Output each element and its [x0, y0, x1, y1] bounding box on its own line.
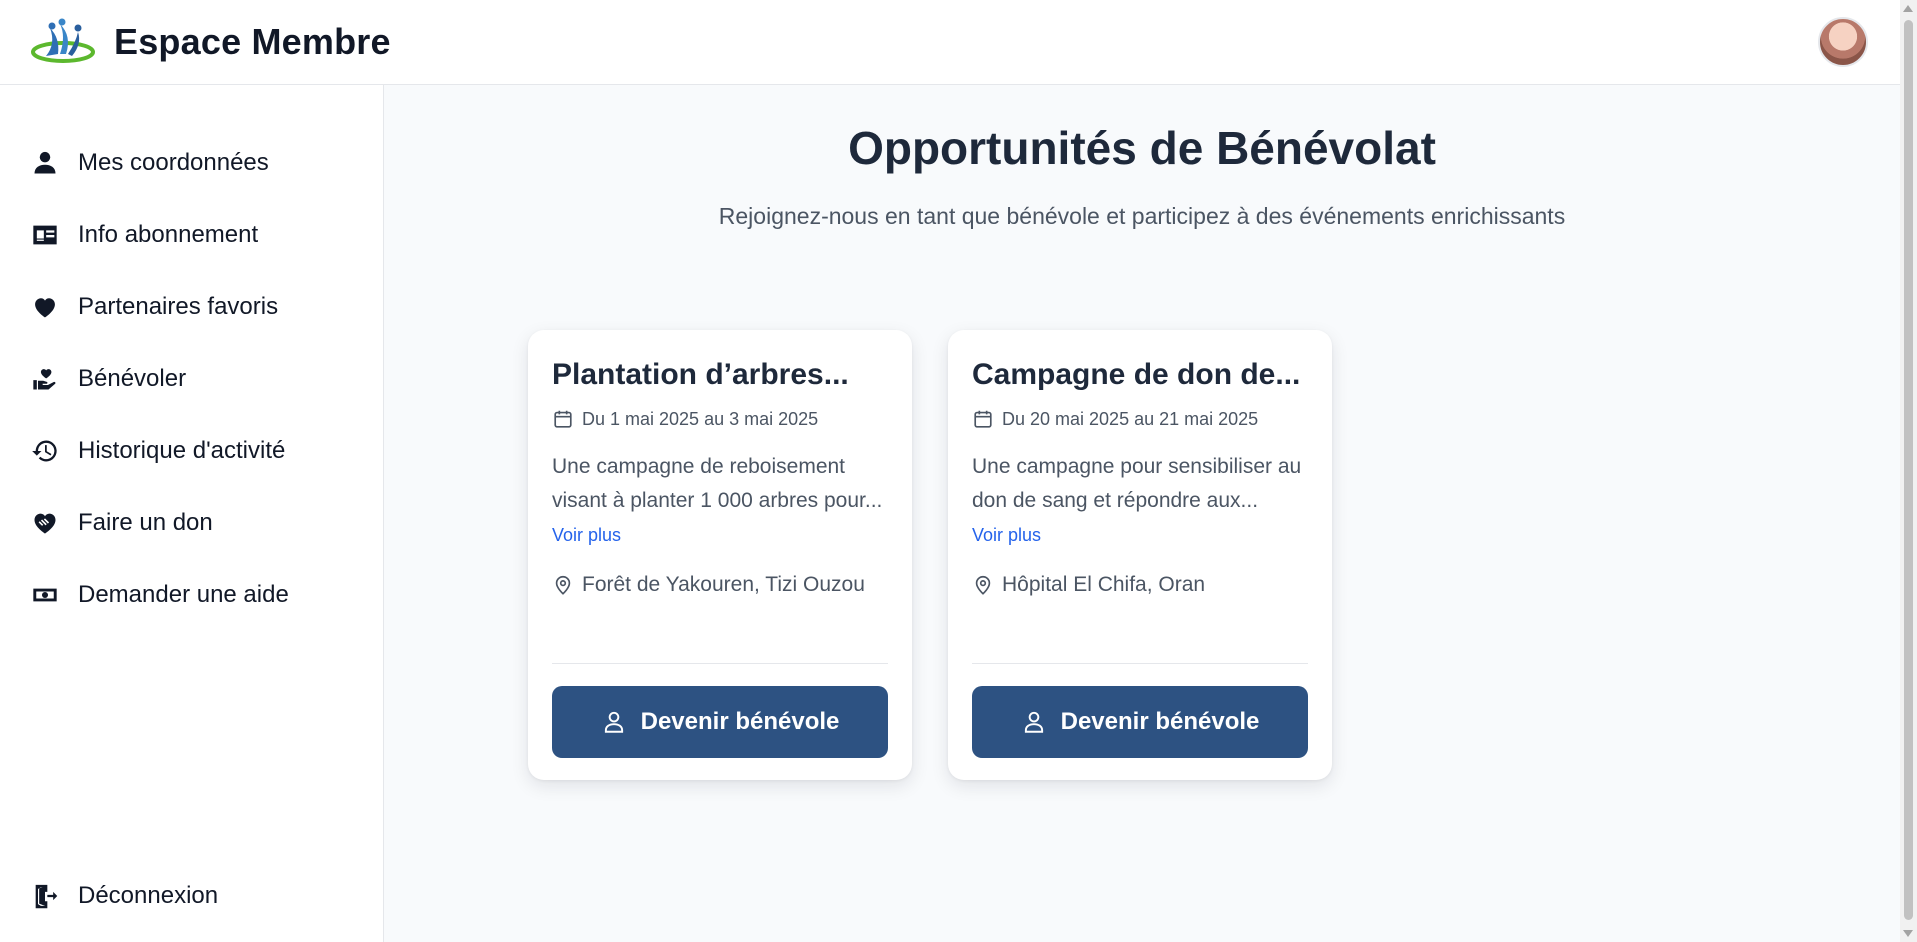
- sidebar-item-mes-coordonnees[interactable]: Mes coordonnées: [0, 127, 383, 199]
- sidebar-item-label: Partenaires favoris: [78, 293, 279, 320]
- card-location-text: Hôpital El Chifa, Oran: [1002, 573, 1206, 596]
- scroll-thumb[interactable]: [1904, 20, 1913, 920]
- sidebar-item-historique[interactable]: Historique d'activité: [0, 415, 383, 487]
- sidebar-item-info-abonnement[interactable]: Info abonnement: [0, 199, 383, 271]
- card-title: Plantation d’arbres...: [552, 358, 849, 391]
- logout-icon: [30, 881, 60, 911]
- members-logo-icon: [31, 18, 95, 63]
- brand[interactable]: Espace Membre: [30, 18, 391, 66]
- user-avatar[interactable]: [1818, 17, 1868, 67]
- app-title: Espace Membre: [114, 21, 391, 62]
- volunteer-button-label: Devenir bénévole: [1060, 708, 1260, 735]
- card-location-text: Forêt de Yakouren, Tizi Ouzou: [582, 573, 865, 596]
- sidebar-item-label: Demander une aide: [78, 581, 289, 608]
- user-icon: [604, 711, 623, 733]
- handshake-heart-icon: [30, 508, 60, 538]
- see-more-link[interactable]: Voir plus: [552, 525, 621, 546]
- sidebar-nav: Mes coordonnées Info abonnement Partenai…: [0, 127, 383, 631]
- card-divider: [552, 663, 888, 664]
- sidebar-item-faire-un-don[interactable]: Faire un don: [0, 487, 383, 559]
- sidebar-item-label: Info abonnement: [78, 221, 259, 248]
- card-description: Une campagne de reboisement visant à pla…: [552, 455, 883, 512]
- sidebar: Mes coordonnées Info abonnement Partenai…: [0, 85, 384, 942]
- card-date: Du 20 mai 2025 au 21 mai 2025: [972, 408, 1258, 430]
- card-title: Campagne de don de...: [972, 358, 1301, 391]
- page-scrollbar[interactable]: [1900, 0, 1917, 942]
- page-subtitle: Rejoignez-nous en tant que bénévole et p…: [718, 203, 1566, 229]
- main-content: Opportunités de Bénévolat Rejoignez-nous…: [384, 85, 1900, 942]
- card-location: Hôpital El Chifa, Oran: [972, 573, 1205, 597]
- card-date-text: Du 20 mai 2025 au 21 mai 2025: [1002, 408, 1259, 429]
- see-more-link[interactable]: Voir plus: [972, 525, 1041, 546]
- id-card-icon: [30, 220, 60, 250]
- heart-icon: [30, 292, 60, 322]
- opportunity-card: Plantation d’arbres... Du 1 mai 2025 au …: [528, 330, 912, 780]
- history-icon: [30, 436, 60, 466]
- page-title: Opportunités de Bénévolat: [848, 122, 1436, 174]
- card-location: Forêt de Yakouren, Tizi Ouzou: [552, 573, 865, 597]
- card-description: Une campagne pour sensibiliser au don de…: [972, 455, 1302, 512]
- volunteer-button-label: Devenir bénévole: [640, 708, 840, 735]
- sidebar-item-label: Mes coordonnées: [78, 149, 269, 176]
- sidebar-item-label: Faire un don: [78, 509, 213, 536]
- sidebar-item-demander-aide[interactable]: Demander une aide: [0, 559, 383, 631]
- app-root: Espace Membre Mes coordonnées Info abonn…: [0, 0, 1917, 942]
- sidebar-item-label: Historique d'activité: [78, 437, 286, 464]
- card-divider: [972, 663, 1308, 664]
- person-icon: [30, 148, 60, 178]
- sidebar-item-partenaires-favoris[interactable]: Partenaires favoris: [0, 271, 383, 343]
- sidebar-item-label: Bénévoler: [78, 365, 187, 392]
- volunteer-button[interactable]: Devenir bénévole: [552, 686, 888, 758]
- hand-heart-icon: [30, 364, 60, 394]
- scroll-up-arrow-icon[interactable]: [1903, 5, 1913, 12]
- card-date-text: Du 1 mai 2025 au 3 mai 2025: [582, 408, 819, 429]
- money-icon: [30, 580, 60, 610]
- location-pin-icon: [555, 575, 571, 595]
- logout-label: Déconnexion: [78, 882, 219, 909]
- volunteer-button[interactable]: Devenir bénévole: [972, 686, 1308, 758]
- location-pin-icon: [975, 575, 991, 595]
- scroll-down-arrow-icon[interactable]: [1903, 930, 1913, 937]
- card-date: Du 1 mai 2025 au 3 mai 2025: [552, 408, 818, 430]
- top-header: Espace Membre: [0, 0, 1900, 85]
- logout-section: Déconnexion: [0, 860, 383, 932]
- calendar-icon: [554, 410, 572, 428]
- logout-button[interactable]: Déconnexion: [0, 860, 383, 932]
- opportunity-card: Campagne de don de... Du 20 mai 2025 au …: [948, 330, 1332, 780]
- sidebar-item-benevoler[interactable]: Bénévoler: [0, 343, 383, 415]
- calendar-icon: [974, 410, 992, 428]
- user-icon: [1024, 711, 1043, 733]
